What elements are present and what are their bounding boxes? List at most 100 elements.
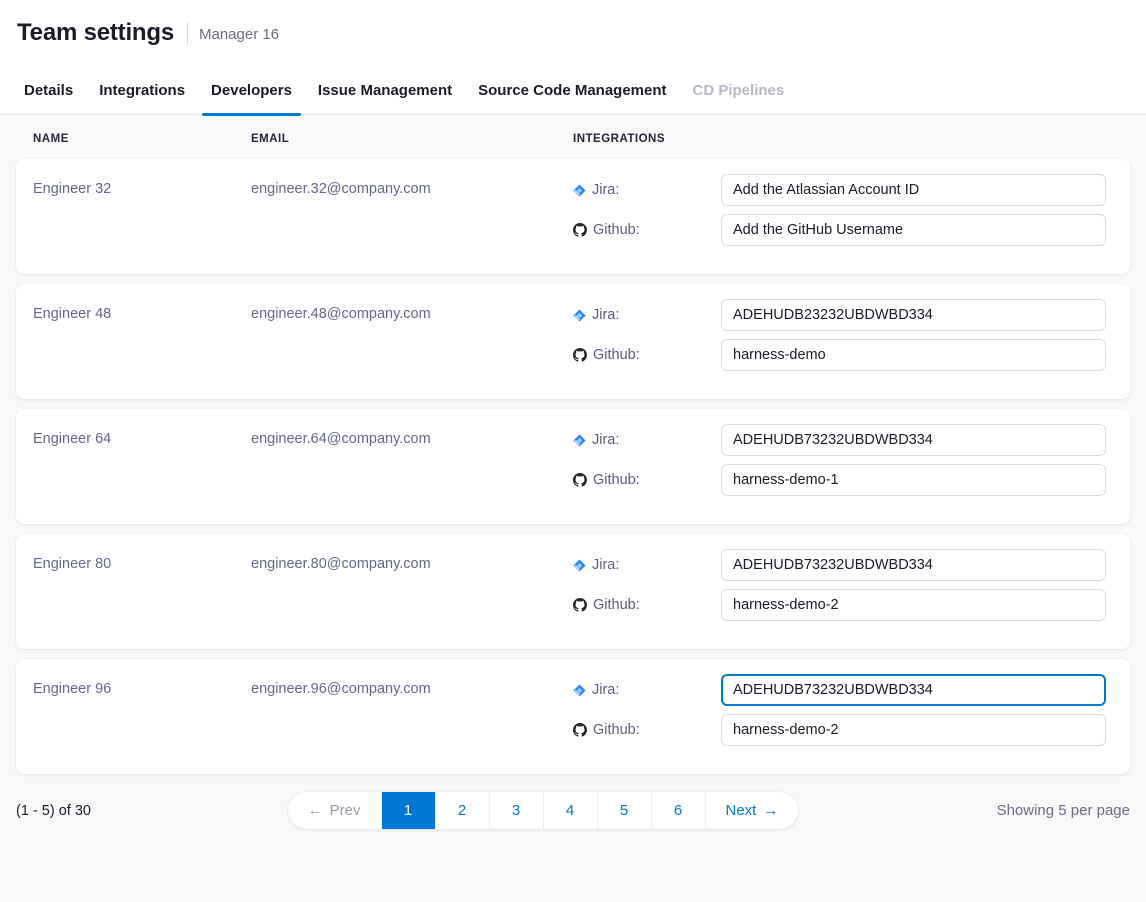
jira-icon — [573, 559, 586, 572]
page-subtitle: Manager 16 — [199, 24, 279, 43]
jira-integration-line: Jira: — [573, 299, 1106, 331]
github-icon — [573, 723, 587, 737]
tab-bar: Details Integrations Developers Issue Ma… — [0, 66, 1146, 115]
column-header-integrations: INTEGRATIONS — [573, 133, 1106, 145]
developer-integrations: Jira: Github: — [573, 159, 1106, 274]
page-button-3[interactable]: 3 — [489, 792, 543, 829]
developer-email: engineer.48@company.com — [251, 284, 573, 399]
github-integration-line: Github: — [573, 714, 1106, 746]
developer-integrations: Jira: Github: — [573, 284, 1106, 399]
page-button-5[interactable]: 5 — [597, 792, 651, 829]
github-label-text: Github: — [593, 722, 640, 738]
jira-icon — [573, 184, 586, 197]
jira-account-id-input[interactable] — [721, 674, 1106, 706]
developer-integrations: Jira: Github: — [573, 659, 1106, 774]
page-button-2[interactable]: 2 — [435, 792, 489, 829]
jira-integration-line: Jira: — [573, 174, 1106, 206]
tab-details[interactable]: Details — [11, 66, 86, 115]
github-username-input[interactable] — [721, 589, 1106, 621]
jira-label: Jira: — [573, 432, 721, 448]
jira-label-text: Jira: — [592, 557, 619, 573]
github-username-input[interactable] — [721, 464, 1106, 496]
developer-email: engineer.32@company.com — [251, 159, 573, 274]
github-label-text: Github: — [593, 597, 640, 613]
jira-label: Jira: — [573, 682, 721, 698]
github-username-input[interactable] — [721, 714, 1106, 746]
jira-label-text: Jira: — [592, 432, 619, 448]
pager-zone: ← Prev 1 2 3 4 5 6 Next → — [286, 792, 800, 829]
tab-developers[interactable]: Developers — [198, 66, 305, 115]
developer-email: engineer.96@company.com — [251, 659, 573, 774]
pagination-bar: (1 - 5) of 30 ← Prev 1 2 3 4 5 6 Next → … — [0, 792, 1146, 829]
github-label: Github: — [573, 222, 721, 238]
per-page-text: Showing 5 per page — [860, 802, 1130, 819]
developers-table: NAME EMAIL INTEGRATIONS Engineer 32 engi… — [0, 115, 1146, 774]
page-button-6[interactable]: 6 — [651, 792, 705, 829]
github-icon — [573, 598, 587, 612]
jira-label: Jira: — [573, 307, 721, 323]
github-icon — [573, 348, 587, 362]
table-header-row: NAME EMAIL INTEGRATIONS — [16, 115, 1130, 159]
github-username-input[interactable] — [721, 339, 1106, 371]
left-arrow-icon: ← — [308, 802, 323, 819]
tab-integrations[interactable]: Integrations — [86, 66, 198, 115]
next-page-button[interactable]: Next → — [705, 792, 799, 829]
github-label-text: Github: — [593, 347, 640, 363]
jira-label-text: Jira: — [592, 682, 619, 698]
github-label: Github: — [573, 597, 721, 613]
tab-source-code-management[interactable]: Source Code Management — [465, 66, 679, 115]
jira-icon — [573, 684, 586, 697]
github-integration-line: Github: — [573, 464, 1106, 496]
jira-label-text: Jira: — [592, 182, 619, 198]
jira-icon — [573, 309, 586, 322]
github-integration-line: Github: — [573, 214, 1106, 246]
developer-integrations: Jira: Github: — [573, 534, 1106, 649]
right-arrow-icon: → — [763, 802, 778, 819]
developer-email: engineer.64@company.com — [251, 409, 573, 524]
jira-label: Jira: — [573, 182, 721, 198]
developer-name: Engineer 32 — [33, 159, 251, 274]
github-icon — [573, 473, 587, 487]
developer-integrations: Jira: Github: — [573, 409, 1106, 524]
pager: ← Prev 1 2 3 4 5 6 Next → — [288, 792, 799, 829]
page-button-1[interactable]: 1 — [381, 792, 435, 829]
github-username-input[interactable] — [721, 214, 1106, 246]
github-integration-line: Github: — [573, 589, 1106, 621]
github-label: Github: — [573, 347, 721, 363]
jira-account-id-input[interactable] — [721, 299, 1106, 331]
page-header: Team settings Manager 16 — [0, 0, 1146, 66]
github-integration-line: Github: — [573, 339, 1106, 371]
jira-account-id-input[interactable] — [721, 424, 1106, 456]
developer-name: Engineer 80 — [33, 534, 251, 649]
github-label: Github: — [573, 722, 721, 738]
pagination-range-text: (1 - 5) of 30 — [16, 803, 286, 819]
table-row: Engineer 80 engineer.80@company.com Jira… — [16, 534, 1130, 649]
jira-icon — [573, 434, 586, 447]
jira-integration-line: Jira: — [573, 424, 1106, 456]
developer-name: Engineer 96 — [33, 659, 251, 774]
table-row: Engineer 32 engineer.32@company.com Jira… — [16, 159, 1130, 274]
jira-account-id-input[interactable] — [721, 174, 1106, 206]
tab-issue-management[interactable]: Issue Management — [305, 66, 465, 115]
github-label-text: Github: — [593, 472, 640, 488]
page-button-4[interactable]: 4 — [543, 792, 597, 829]
table-row: Engineer 64 engineer.64@company.com Jira… — [16, 409, 1130, 524]
github-label: Github: — [573, 472, 721, 488]
prev-page-button[interactable]: ← Prev — [288, 792, 381, 829]
github-icon — [573, 223, 587, 237]
github-label-text: Github: — [593, 222, 640, 238]
table-row: Engineer 48 engineer.48@company.com Jira… — [16, 284, 1130, 399]
table-rows: Engineer 32 engineer.32@company.com Jira… — [16, 159, 1130, 774]
jira-integration-line: Jira: — [573, 674, 1106, 706]
tab-cd-pipelines: CD Pipelines — [680, 66, 798, 115]
jira-label: Jira: — [573, 557, 721, 573]
jira-account-id-input[interactable] — [721, 549, 1106, 581]
next-label: Next — [726, 802, 757, 819]
page-title: Team settings — [17, 19, 174, 47]
prev-label: Prev — [330, 802, 361, 819]
developer-name: Engineer 48 — [33, 284, 251, 399]
title-divider — [187, 22, 188, 44]
developer-name: Engineer 64 — [33, 409, 251, 524]
jira-integration-line: Jira: — [573, 549, 1106, 581]
column-header-email: EMAIL — [251, 133, 573, 145]
